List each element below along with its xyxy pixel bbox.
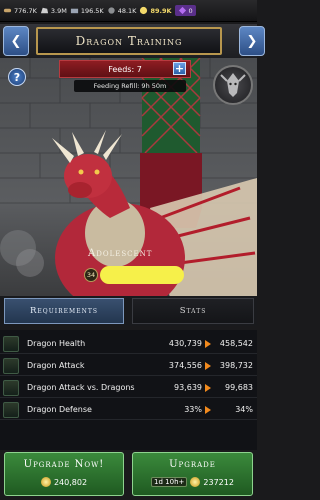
- upgrade-cost: 1d 10h+ 237212: [133, 477, 252, 487]
- tab-bar: Requirements Stats: [0, 296, 257, 326]
- title-bar: ❮ Dragon Training ❯: [0, 24, 265, 58]
- help-button[interactable]: ?: [8, 68, 26, 86]
- stat-current: 93,639: [174, 383, 202, 392]
- dragon-level: 34: [86, 271, 96, 279]
- upgrade-now-label: Upgrade Now!: [23, 459, 105, 470]
- stat-label: Dragon Attack: [27, 361, 85, 370]
- chevron-left-icon: ❮: [10, 33, 22, 49]
- upgrade-now-cost-value: 240,802: [53, 477, 88, 487]
- resource-iron-value: 196.5K: [80, 6, 104, 15]
- stat-next: 458,542: [219, 339, 253, 348]
- resource-stone-value: 3.9M: [50, 6, 67, 15]
- upgrade-now-cost: 240,802: [5, 477, 123, 487]
- back-button[interactable]: ❮: [3, 26, 29, 56]
- stone-icon: [40, 7, 48, 14]
- dragon-defense-icon: [3, 401, 19, 418]
- question-icon: ?: [13, 70, 21, 84]
- stat-label: Dragon Defense: [27, 405, 92, 414]
- feeds-label: Feeds: 7: [108, 64, 142, 74]
- tab-stats-label: Stats: [179, 306, 207, 316]
- upgrade-label: Upgrade: [169, 459, 216, 470]
- upgrade-button[interactable]: Upgrade 1d 10h+ 237212: [132, 452, 253, 496]
- page-title: Dragon Training: [75, 34, 183, 48]
- table-row: Dragon Defense 33% 34%: [0, 400, 257, 420]
- gem-icon: [178, 6, 186, 15]
- gold-coin-icon: [40, 477, 51, 487]
- table-row: Dragon Health 430,739 458,542: [0, 334, 257, 354]
- resource-wood[interactable]: 776.7K: [3, 6, 37, 15]
- tab-stats[interactable]: Stats: [132, 298, 254, 324]
- title-plate: Dragon Training: [36, 27, 222, 55]
- plus-icon: +: [174, 62, 185, 75]
- stat-label: Dragon Attack vs. Dragons: [27, 383, 135, 392]
- upgrade-now-button[interactable]: Upgrade Now! 240,802: [4, 452, 124, 496]
- iron-icon: [70, 8, 78, 14]
- dragon-age-label: Adolescent: [88, 248, 153, 259]
- resource-gold[interactable]: 89.9K: [139, 6, 172, 15]
- wood-icon: [3, 8, 12, 13]
- dragon-name-redacted: [100, 266, 184, 284]
- resource-gems-value: 0: [188, 6, 193, 15]
- tab-requirements[interactable]: Requirements: [4, 298, 124, 324]
- gold-coin-icon: [190, 477, 201, 487]
- feeds-banner: Feeds: 7: [59, 60, 191, 78]
- resource-bar: 776.7K 3.9M 196.5K 48.1K 89.9K 0: [0, 0, 257, 22]
- food-icon: [108, 7, 115, 14]
- dragon-level-badge: 34: [84, 268, 98, 282]
- dragon-emblem-button[interactable]: [213, 65, 253, 105]
- resource-food-value: 48.1K: [117, 6, 137, 15]
- chevron-right-icon: ❯: [246, 33, 258, 49]
- stat-current: 374,556: [168, 361, 202, 370]
- resource-gems[interactable]: 0: [174, 5, 196, 16]
- feeding-refill-timer: Feeding Refill: 9h 50m: [74, 80, 186, 92]
- stat-next: 398,732: [219, 361, 253, 370]
- refill-label: Feeding Refill: 9h 50m: [93, 82, 167, 90]
- stat-current: 33%: [184, 405, 202, 414]
- upgrade-time: 1d 10h+: [151, 477, 188, 487]
- stat-current: 430,739: [168, 339, 202, 348]
- dragon-head-icon: [220, 73, 246, 97]
- dragon-attack-icon: [3, 357, 19, 374]
- resource-gold-value: 89.9K: [150, 6, 172, 15]
- resource-food[interactable]: 48.1K: [107, 6, 137, 15]
- dragon-attack-vs-dragons-icon: [3, 379, 19, 396]
- add-feeds-button[interactable]: +: [173, 62, 186, 75]
- stats-table: Dragon Health 430,739 458,542 Dragon Att…: [0, 330, 257, 450]
- resource-stone[interactable]: 3.9M: [40, 6, 67, 15]
- table-row: Dragon Attack vs. Dragons 93,639 99,683: [0, 378, 257, 398]
- next-button[interactable]: ❯: [239, 26, 265, 56]
- dragon-health-icon: [3, 335, 19, 352]
- stat-label: Dragon Health: [27, 339, 86, 348]
- table-row: Dragon Attack 374,556 398,732: [0, 356, 257, 376]
- resource-iron[interactable]: 196.5K: [70, 6, 104, 15]
- stat-next: 99,683: [225, 383, 253, 392]
- gold-icon: [140, 6, 148, 15]
- resource-wood-value: 776.7K: [14, 6, 37, 15]
- stat-next: 34%: [235, 405, 253, 414]
- tab-requirements-label: Requirements: [30, 306, 98, 316]
- upgrade-cost-value: 237212: [203, 477, 234, 487]
